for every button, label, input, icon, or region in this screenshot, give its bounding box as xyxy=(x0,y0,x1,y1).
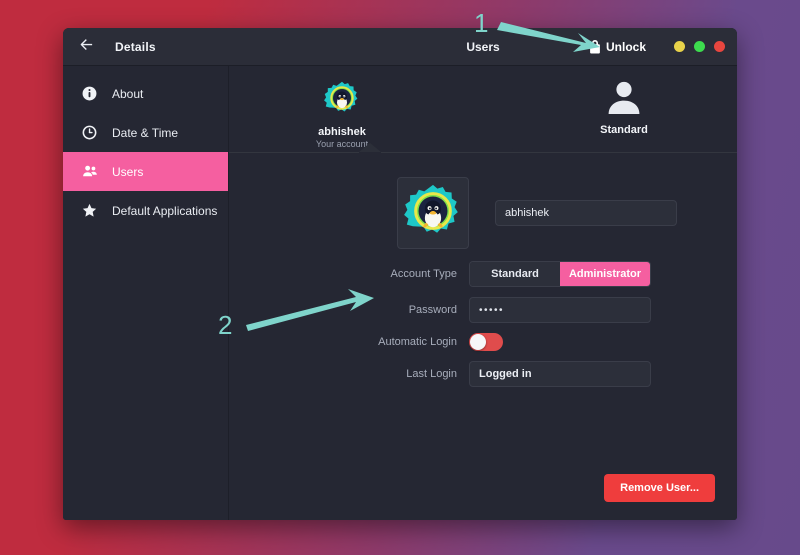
user-card-name: Standard xyxy=(600,124,648,136)
unlock-button[interactable]: Unlock xyxy=(582,37,653,57)
annotation-number-1: 1 xyxy=(474,8,489,38)
window-controls xyxy=(674,41,725,52)
settings-window: Details Users Unlock About Date & Time U… xyxy=(63,28,737,520)
star-icon xyxy=(81,203,97,219)
password-row: Password ••••• xyxy=(343,297,737,323)
password-input[interactable]: ••••• xyxy=(469,297,651,323)
sidebar-item-users[interactable]: Users xyxy=(63,152,228,191)
sidebar-item-default-applications-label: Default Applications xyxy=(112,203,218,218)
toggle-knob xyxy=(470,334,486,350)
sidebar-item-default-applications[interactable]: Default Applications xyxy=(63,191,228,230)
selected-user-caret xyxy=(359,143,381,153)
sidebar-item-date-time[interactable]: Date & Time xyxy=(63,113,228,152)
info-icon xyxy=(81,86,97,102)
sidebar: About Date & Time Users Default Applicat… xyxy=(63,66,229,520)
account-type-option-administrator[interactable]: Administrator xyxy=(560,262,650,286)
sidebar-item-users-label: Users xyxy=(112,164,144,179)
users-icon xyxy=(81,164,97,180)
password-label: Password xyxy=(408,304,457,316)
last-login-row: Last Login Logged in xyxy=(343,361,737,387)
minimize-button[interactable] xyxy=(674,41,685,52)
automatic-login-row: Automatic Login xyxy=(343,333,737,351)
user-carousel: abhishek Your account Standard xyxy=(229,66,737,152)
lock-open-icon xyxy=(589,39,601,54)
unlock-button-label: Unlock xyxy=(605,39,646,54)
remove-user-wrapper: Remove User... xyxy=(604,474,715,502)
title-bar: Details Users Unlock xyxy=(63,28,737,66)
content-pane: abhishek Your account Standard abhishek … xyxy=(229,66,737,520)
last-login-control: Logged in xyxy=(469,361,737,387)
close-button[interactable] xyxy=(714,41,725,52)
account-type-row: Account Type Standard Administrator xyxy=(343,261,737,287)
maximize-button[interactable] xyxy=(694,41,705,52)
tux-gear-avatar-icon xyxy=(324,80,360,121)
window-body: About Date & Time Users Default Applicat… xyxy=(63,66,737,520)
account-type-segmented: Standard Administrator xyxy=(469,261,651,287)
tux-gear-avatar-icon xyxy=(404,182,462,245)
user-card-abhishek[interactable]: abhishek Your account xyxy=(287,80,397,149)
user-card-name: abhishek xyxy=(318,126,366,138)
account-type-option-standard[interactable]: Standard xyxy=(470,262,560,286)
user-detail-form-wrapper: abhishek Account Type Standard Administr… xyxy=(229,153,737,520)
account-type-label: Account Type xyxy=(390,268,457,280)
automatic-login-control xyxy=(469,333,737,351)
account-type-control: Standard Administrator xyxy=(469,261,737,287)
title-bar-left-pane: Details xyxy=(63,28,229,65)
person-icon xyxy=(607,80,641,116)
password-control: ••••• xyxy=(469,297,737,323)
sidebar-item-about[interactable]: About xyxy=(63,74,228,113)
back-arrow-icon xyxy=(79,37,94,57)
automatic-login-toggle[interactable] xyxy=(469,333,503,351)
username-input[interactable]: abhishek xyxy=(495,200,677,226)
sidebar-item-date-time-label: Date & Time xyxy=(112,125,179,140)
avatar-row: abhishek xyxy=(343,177,737,249)
remove-user-button[interactable]: Remove User... xyxy=(604,474,715,502)
last-login-label: Last Login xyxy=(406,368,457,380)
automatic-login-label: Automatic Login xyxy=(378,336,457,348)
breadcrumb-details: Details xyxy=(115,39,156,54)
avatar-picker-button[interactable] xyxy=(397,177,469,249)
page-title: Users xyxy=(466,39,500,54)
annotation-number-2: 2 xyxy=(218,310,233,340)
last-login-value[interactable]: Logged in xyxy=(469,361,651,387)
user-card-standard[interactable]: Standard xyxy=(569,80,679,136)
back-button[interactable] xyxy=(71,34,101,60)
clock-icon xyxy=(81,125,97,141)
user-detail-form: abhishek Account Type Standard Administr… xyxy=(343,177,737,387)
sidebar-item-about-label: About xyxy=(112,86,144,101)
